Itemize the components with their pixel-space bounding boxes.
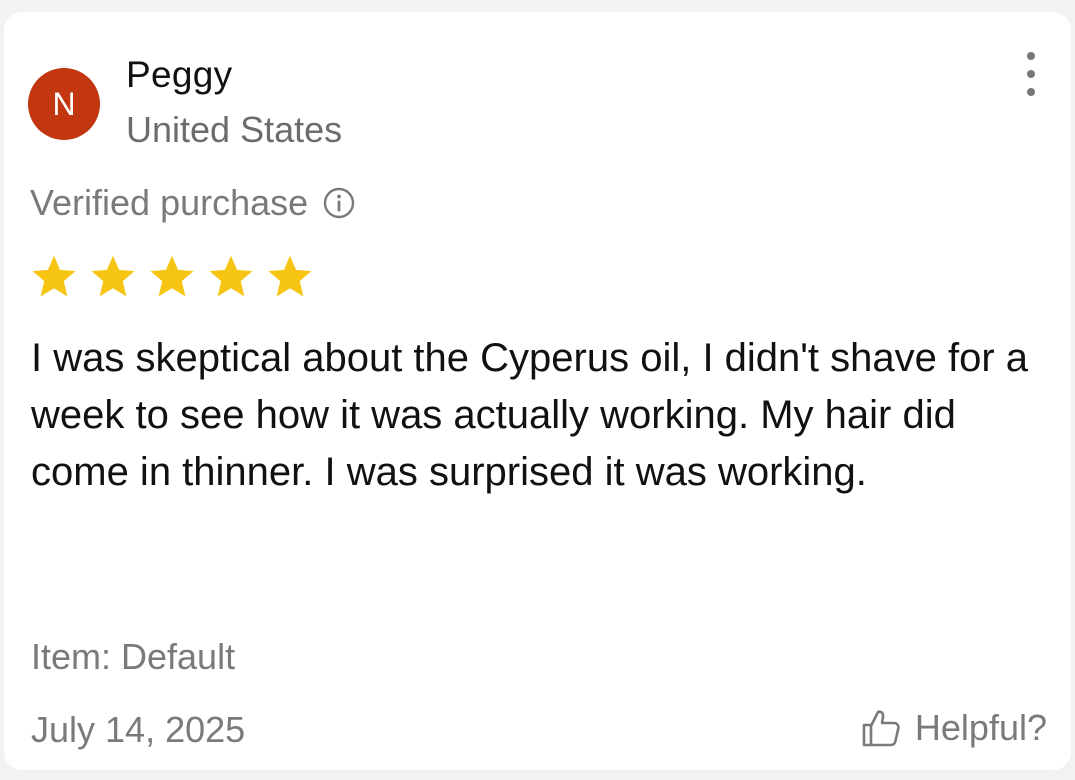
review-card: N Peggy United States Verified purchase … <box>4 12 1071 770</box>
thumbs-up-icon <box>859 706 903 750</box>
helpful-label: Helpful? <box>914 707 1047 748</box>
star-icon <box>150 255 194 297</box>
item-variant: Item: Default <box>31 636 236 677</box>
review-date: July 14, 2025 <box>31 709 246 750</box>
star-rating <box>29 252 324 302</box>
review-text: I was skeptical about the Cyperus oil, I… <box>31 336 1029 494</box>
reviewer-name: Peggy <box>126 54 233 95</box>
menu-dot <box>1027 52 1035 60</box>
star-icon <box>91 255 135 297</box>
star-icon <box>32 255 76 297</box>
helpful-button[interactable]: Helpful? <box>859 706 1047 750</box>
reviewer-country: United States <box>126 109 343 150</box>
star-icon <box>268 255 312 297</box>
star-icon <box>209 255 253 297</box>
menu-dot <box>1027 88 1035 96</box>
avatar: N <box>28 68 100 140</box>
verified-purchase-label: Verified purchase <box>30 182 309 223</box>
more-options-icon[interactable] <box>1014 52 1048 96</box>
menu-dot <box>1027 70 1035 78</box>
avatar-initial: N <box>52 85 76 122</box>
info-icon[interactable] <box>322 186 356 220</box>
verified-purchase: Verified purchase <box>30 182 356 224</box>
